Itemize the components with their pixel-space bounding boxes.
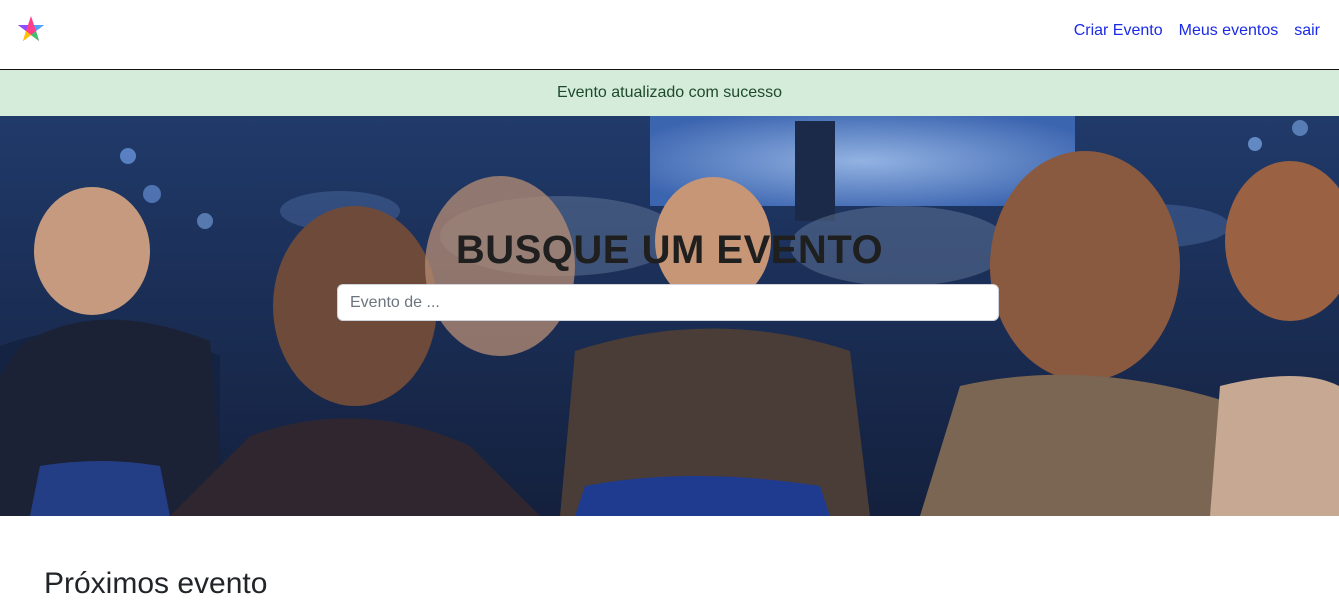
alert-message: Evento atualizado com sucesso [556, 84, 782, 101]
nav-link-criar-evento[interactable]: Criar Evento [1074, 21, 1163, 41]
colorful-star-logo-icon[interactable] [16, 14, 46, 44]
upcoming-events-heading: Próximos evento [44, 567, 268, 600]
nav-link-meus-eventos[interactable]: Meus eventos [1179, 21, 1279, 41]
success-alert: Evento atualizado com sucesso [0, 70, 1339, 116]
nav-links: Criar Evento Meus eventos sair [1074, 21, 1320, 41]
nav-link-sair[interactable]: sair [1294, 21, 1320, 41]
hero-title: BUSQUE UM EVENTO [455, 228, 884, 272]
hero-banner: BUSQUE UM EVENTO [0, 116, 1339, 516]
event-search-input[interactable] [337, 284, 999, 321]
navbar: Criar Evento Meus eventos sair [0, 0, 1339, 70]
